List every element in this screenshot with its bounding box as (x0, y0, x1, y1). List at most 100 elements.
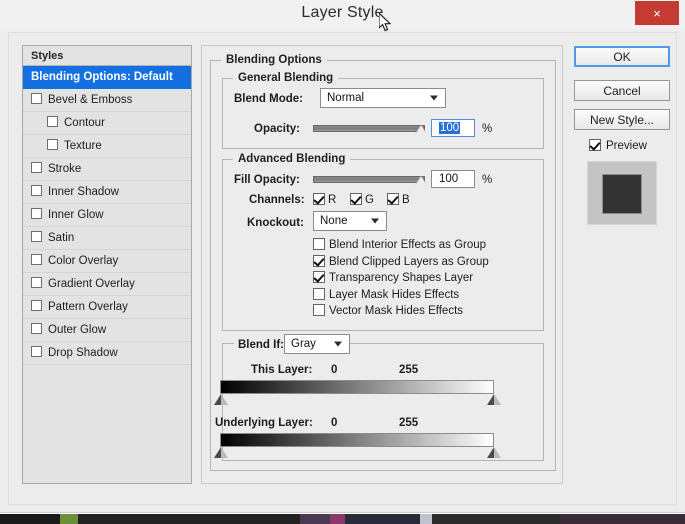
underlying-layer-ramp[interactable] (220, 433, 494, 447)
blend-mode-value: Normal (327, 92, 365, 104)
underlying-layer-max: 255 (399, 417, 419, 429)
sidebar-item-label: Pattern Overlay (48, 301, 128, 313)
dialog-title: Layer Style (301, 4, 384, 21)
fill-opacity-percent-label: % (482, 174, 493, 186)
blending-options-panel: Blending Options General Blending Blend … (201, 45, 563, 484)
desktop-background-strip (0, 514, 685, 524)
channel-b-label: B (402, 194, 410, 206)
sidebar-item-stroke[interactable]: Stroke (23, 158, 191, 181)
styles-panel-header: Styles (23, 46, 191, 66)
sidebar-item-label: Inner Shadow (48, 186, 119, 198)
sidebar-item-drop-shadow[interactable]: Drop Shadow (23, 342, 191, 365)
style-enable-checkbox[interactable] (31, 231, 42, 242)
fill-opacity-value: 100 (439, 173, 459, 185)
dialog-content: Styles Blending Options: Default Bevel & … (8, 32, 677, 505)
option-label: Vector Mask Hides Effects (329, 305, 464, 317)
channels-label: Channels: (249, 194, 305, 206)
option-checkbox-vector-mask-hides-effects[interactable] (313, 304, 325, 316)
new-style-button-label: New Style... (589, 113, 655, 127)
fill-opacity-input[interactable]: 100 (431, 170, 475, 188)
preview-box (587, 161, 657, 225)
preview-checkbox[interactable] (589, 139, 601, 151)
styles-panel: Styles Blending Options: Default Bevel & … (22, 45, 192, 484)
opacity-percent-label: % (482, 123, 493, 135)
opacity-slider-track[interactable] (313, 125, 425, 132)
sidebar-item-blending-options-default[interactable]: Blending Options: Default (23, 66, 191, 89)
sidebar-item-bevel-emboss[interactable]: Bevel & Emboss (23, 89, 191, 112)
opacity-value: 100 (439, 122, 461, 134)
option-checkbox-layer-mask-hides-effects[interactable] (313, 287, 325, 300)
chevron-down-icon (430, 95, 438, 101)
style-enable-checkbox[interactable] (31, 93, 42, 104)
chevron-down-icon (371, 218, 379, 224)
cancel-button-label: Cancel (603, 84, 641, 98)
sidebar-item-label: Texture (64, 140, 102, 152)
this-layer-ramp[interactable] (220, 380, 494, 394)
option-checkbox-blend-interior-effects-as-group[interactable] (313, 238, 325, 250)
sidebar-item-texture[interactable]: Texture (23, 135, 191, 158)
blend-if-dropdown[interactable]: Gray (284, 334, 350, 354)
style-enable-checkbox[interactable] (31, 277, 42, 288)
this-layer-min: 0 (331, 364, 338, 376)
underlying-layer-black-stop[interactable] (214, 447, 228, 458)
sidebar-item-satin[interactable]: Satin (23, 227, 191, 250)
sidebar-item-label: Inner Glow (48, 209, 104, 221)
opacity-input[interactable]: 100 (431, 119, 475, 137)
opacity-slider-knob[interactable] (415, 125, 427, 134)
style-enable-checkbox[interactable] (31, 185, 42, 196)
option-label: Blend Clipped Layers as Group (329, 255, 489, 268)
sidebar-item-label: Blending Options: Default (31, 71, 173, 83)
fill-opacity-slider-track[interactable] (313, 176, 425, 183)
fill-opacity-slider-knob[interactable] (415, 176, 427, 185)
option-checkbox-blend-clipped-layers-as-group[interactable] (313, 254, 325, 267)
stop-left-half (487, 447, 494, 458)
style-enable-checkbox[interactable] (31, 208, 42, 219)
option-checkbox-transparency-shapes-layer[interactable] (313, 271, 325, 283)
style-enable-checkbox[interactable] (31, 300, 42, 311)
ok-button-label: OK (613, 50, 631, 64)
style-enable-checkbox[interactable] (31, 254, 42, 265)
underlying-layer-label: Underlying Layer: (215, 417, 313, 429)
advanced-blending-title: Advanced Blending (233, 153, 351, 165)
new-style-button[interactable]: New Style... (574, 109, 670, 130)
channel-b-checkbox[interactable] (387, 193, 399, 205)
opacity-label: Opacity: (254, 123, 301, 135)
styles-list: Blending Options: Default Bevel & Emboss C… (23, 66, 191, 365)
sidebar-item-contour[interactable]: Contour (23, 112, 191, 135)
preview-swatch (602, 174, 642, 214)
layer-style-dialog: Layer Style × Styles Blending Options: D… (0, 0, 685, 513)
this-layer-max: 255 (399, 364, 419, 376)
sidebar-item-label: Drop Shadow (48, 347, 118, 359)
close-icon[interactable]: × (635, 1, 679, 25)
stop-right-half (221, 394, 228, 405)
sidebar-item-label: Outer Glow (48, 324, 107, 336)
blend-mode-dropdown[interactable]: Normal (320, 88, 446, 108)
underlying-layer-min: 0 (331, 417, 338, 429)
blending-options-title: Blending Options (221, 54, 327, 66)
sidebar-item-inner-shadow[interactable]: Inner Shadow (23, 181, 191, 204)
stop-right-half (494, 447, 501, 458)
this-layer-white-stop[interactable] (487, 394, 501, 405)
sidebar-item-pattern-overlay[interactable]: Pattern Overlay (23, 296, 191, 319)
channel-r-checkbox[interactable] (313, 193, 325, 205)
this-layer-black-stop[interactable] (214, 394, 228, 405)
style-enable-checkbox[interactable] (47, 116, 58, 127)
sidebar-item-outer-glow[interactable]: Outer Glow (23, 319, 191, 342)
fill-opacity-label: Fill Opacity: (234, 174, 300, 186)
style-enable-checkbox[interactable] (31, 323, 42, 334)
knockout-dropdown[interactable]: None (313, 211, 387, 231)
style-enable-checkbox[interactable] (47, 139, 58, 150)
sidebar-item-gradient-overlay[interactable]: Gradient Overlay (23, 273, 191, 296)
style-enable-checkbox[interactable] (31, 346, 42, 357)
sidebar-item-color-overlay[interactable]: Color Overlay (23, 250, 191, 273)
cancel-button[interactable]: Cancel (574, 80, 670, 101)
sidebar-item-inner-glow[interactable]: Inner Glow (23, 204, 191, 227)
sidebar-item-label: Stroke (48, 163, 82, 175)
underlying-layer-white-stop[interactable] (487, 447, 501, 458)
style-enable-checkbox[interactable] (31, 162, 42, 173)
sidebar-item-label: Satin (48, 232, 75, 244)
channel-g-checkbox[interactable] (350, 193, 362, 205)
ok-button[interactable]: OK (574, 46, 670, 67)
sidebar-item-label: Gradient Overlay (48, 278, 135, 290)
channel-g-label: G (365, 194, 374, 206)
